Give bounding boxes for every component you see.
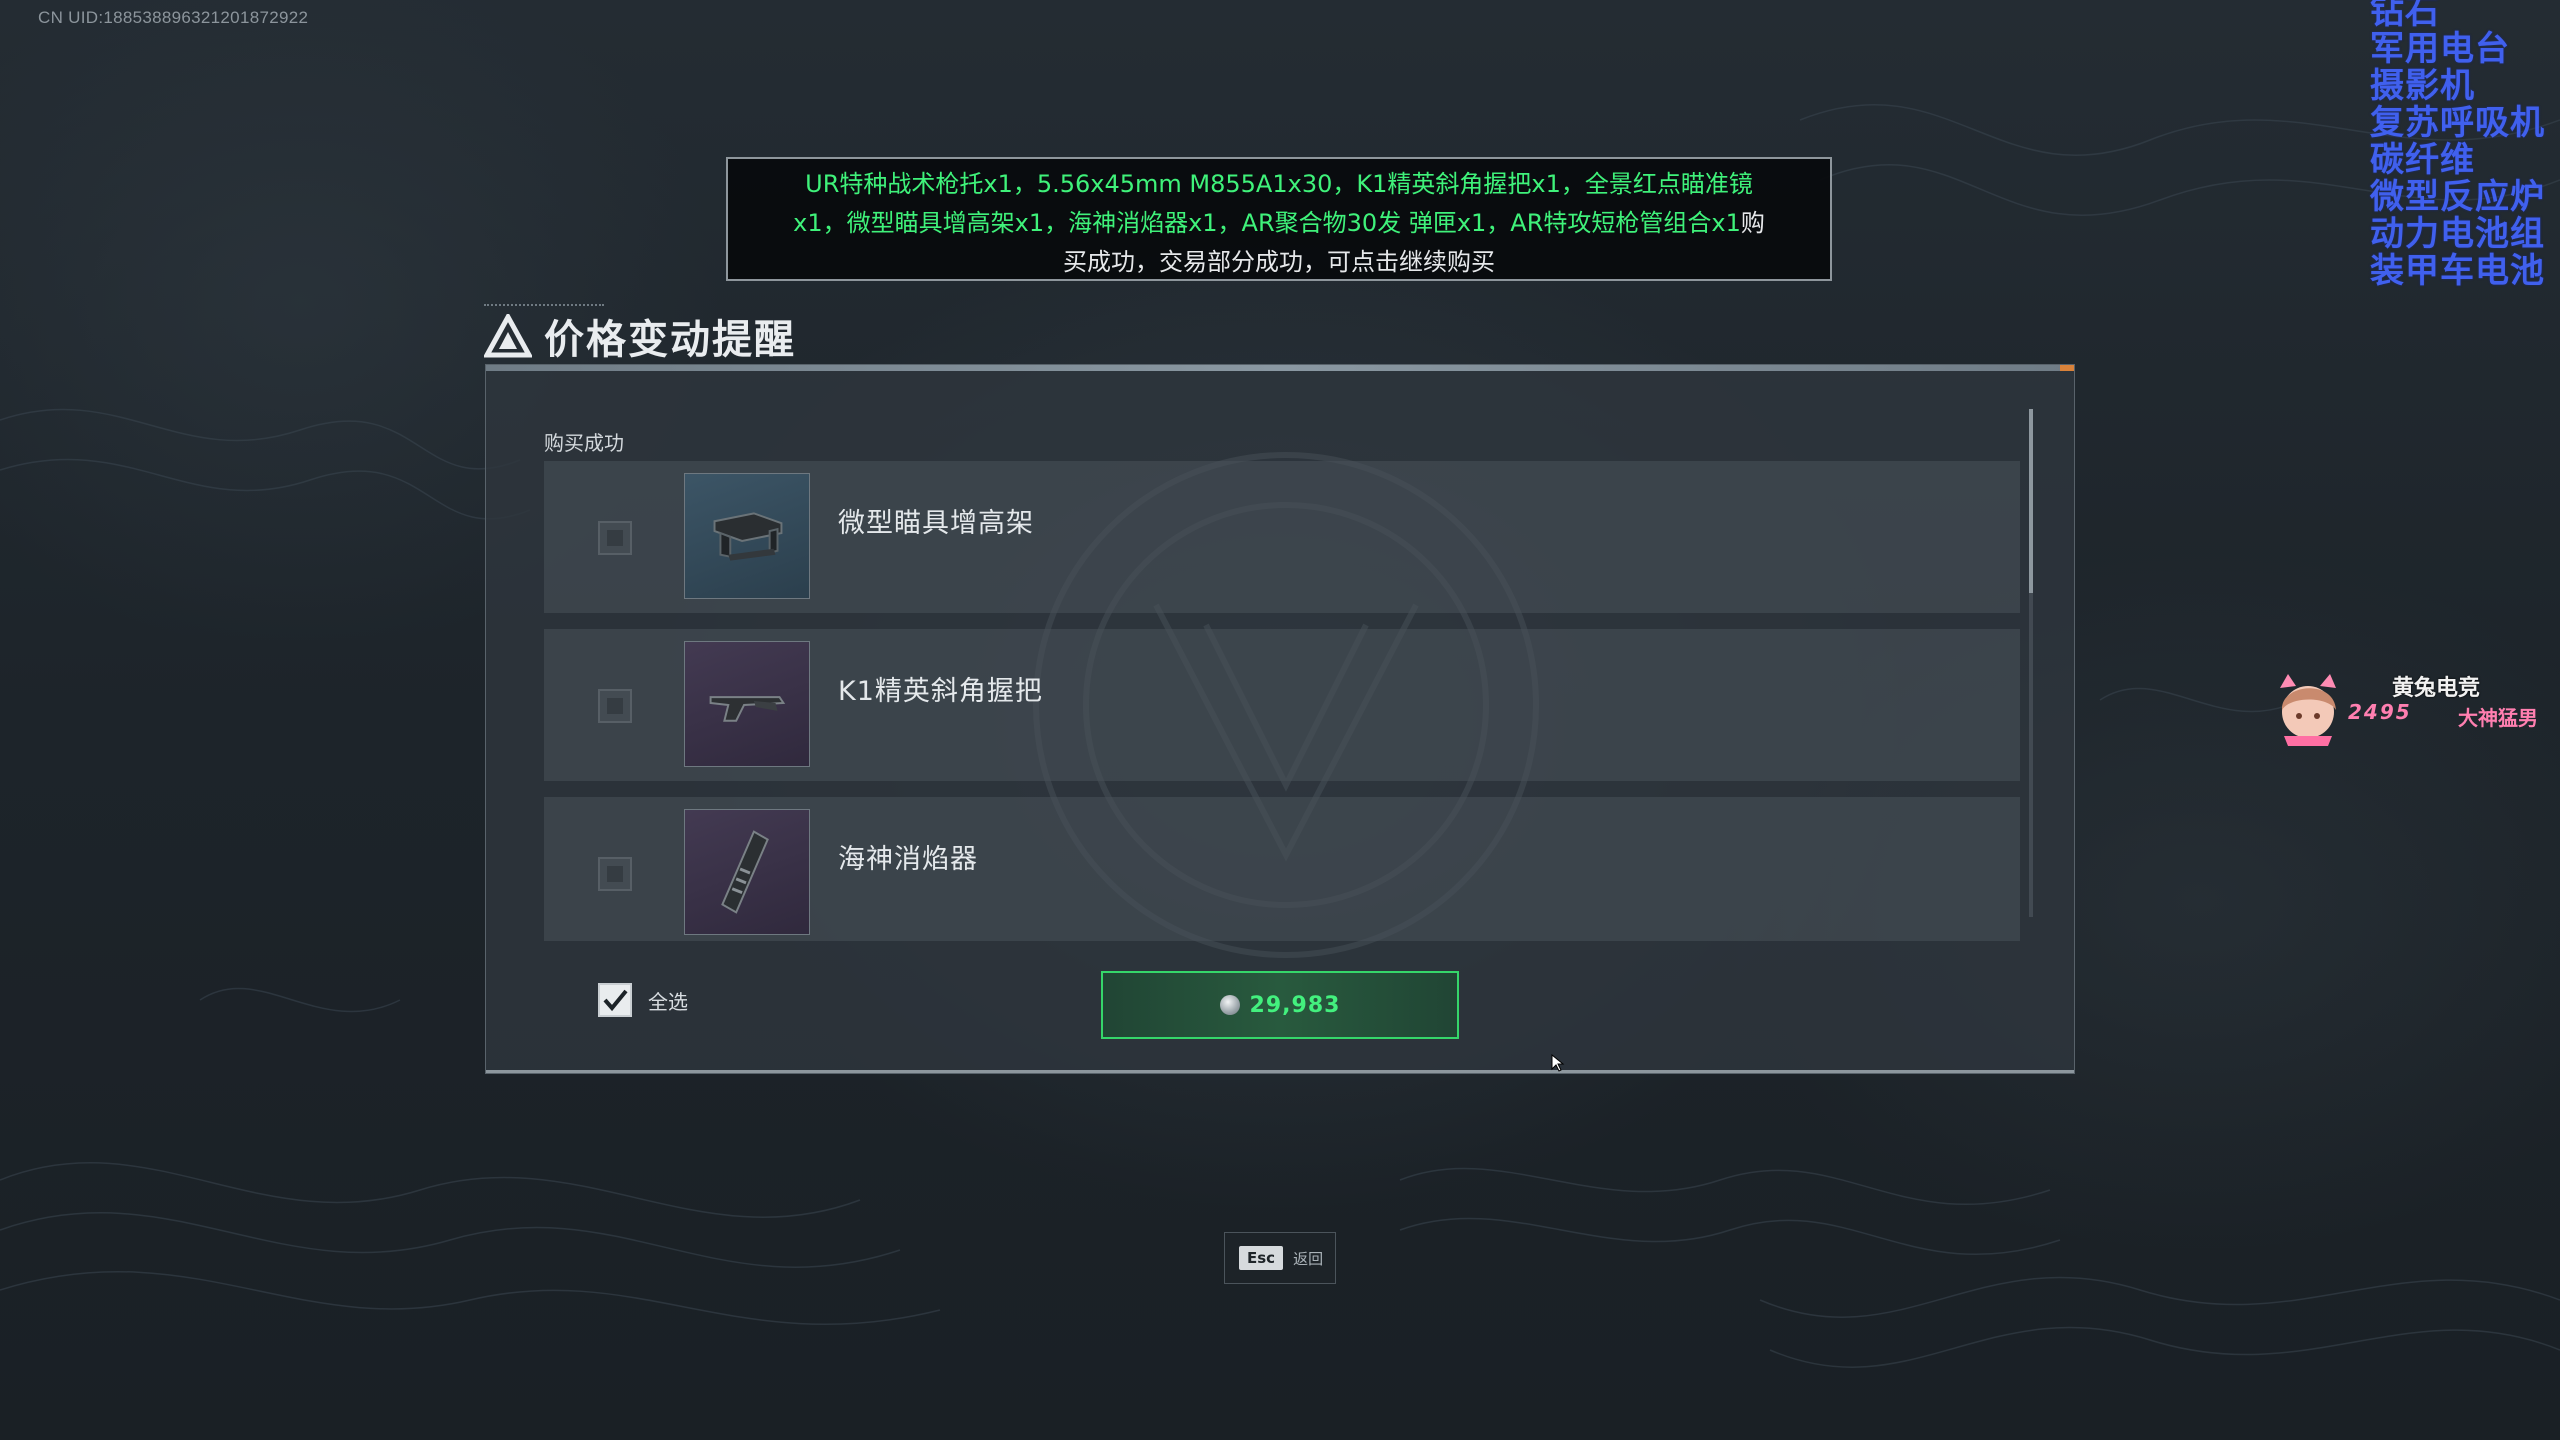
scope-riser-icon bbox=[713, 512, 783, 561]
select-all-checkbox[interactable] bbox=[598, 983, 632, 1017]
item-name: K1精英斜角握把 bbox=[838, 676, 1043, 707]
select-all-label: 全选 bbox=[648, 989, 688, 1014]
toast-line-3: 买成功，交易部分成功，可点击继续购买 bbox=[1063, 248, 1495, 276]
item-thumbnail bbox=[684, 809, 810, 935]
player-uid: CN UID:188538896321201872922 bbox=[38, 8, 309, 27]
warning-triangle-icon bbox=[484, 314, 532, 358]
flash-hider-icon bbox=[721, 830, 769, 914]
list-item[interactable]: 海神消焰器 bbox=[544, 797, 2020, 941]
overlay-item: 碳纤维 bbox=[2370, 140, 2475, 180]
overlay-item: 钻石 bbox=[2370, 0, 2440, 32]
stream-overlay-list: 钻石 军用电台 摄影机 复苏呼吸机 碳纤维 微型反应炉 动力电池组 装甲车电池 bbox=[2370, 0, 2560, 290]
back-button[interactable]: Esc 返回 bbox=[1224, 1232, 1336, 1284]
section-label: 购买成功 bbox=[544, 431, 624, 455]
list-scrollbar[interactable] bbox=[2029, 409, 2033, 917]
scrollbar-thumb[interactable] bbox=[2029, 409, 2033, 593]
overlay-item: 军用电台 bbox=[2370, 29, 2510, 69]
badge-right-text: 大神猛男 bbox=[2458, 706, 2538, 730]
toast-line-2: x1，微型瞄具增高架x1，海神消焰器x1，AR聚合物30发 弹匣x1，AR特攻短… bbox=[793, 209, 1765, 237]
overlay-item: 复苏呼吸机 bbox=[2370, 103, 2545, 143]
streamer-badge: 黄兔电竞 2495 大神猛男 bbox=[2274, 670, 2544, 746]
panel-accent bbox=[2060, 365, 2074, 371]
list-item[interactable]: 微型瞄具增高架 bbox=[544, 461, 2020, 613]
purchase-price: 29,983 bbox=[1249, 992, 1341, 1018]
overlay-item: 摄影机 bbox=[2370, 66, 2475, 106]
esc-key-hint: Esc bbox=[1239, 1246, 1284, 1270]
coin-icon bbox=[1219, 995, 1240, 1015]
dialog-header: 价格变动提醒 bbox=[484, 306, 796, 366]
item-thumbnail bbox=[684, 641, 810, 767]
badge-title: 黄兔电竞 bbox=[2392, 676, 2481, 701]
select-all-control[interactable]: 全选 bbox=[598, 983, 688, 1017]
purchase-result-toast: UR特种战术枪托x1，5.56x45mm M855A1x30，K1精英斜角握把x… bbox=[726, 157, 1832, 281]
overlay-item: 动力电池组 bbox=[2370, 214, 2545, 254]
item-checkbox[interactable] bbox=[598, 521, 632, 555]
item-name: 海神消焰器 bbox=[838, 844, 978, 875]
purchase-button[interactable]: 29,983 bbox=[1101, 971, 1459, 1039]
badge-number: 2495 bbox=[2348, 700, 2412, 724]
mascot-avatar-icon bbox=[2280, 674, 2336, 746]
overlay-item: 装甲车电池 bbox=[2370, 251, 2545, 291]
checkmark-icon bbox=[603, 989, 628, 1012]
dialog-title: 价格变动提醒 bbox=[544, 317, 796, 363]
angled-grip-icon bbox=[709, 696, 786, 722]
price-change-dialog: 购买成功 微型瞄具增高架 K1精英斜角握把 海神消焰器 全选 29,983 bbox=[485, 364, 2075, 1074]
item-name: 微型瞄具增高架 bbox=[838, 508, 1034, 539]
back-label: 返回 bbox=[1293, 1249, 1324, 1268]
overlay-item: 微型反应炉 bbox=[2370, 177, 2545, 217]
mouse-cursor-icon bbox=[1551, 1054, 1565, 1072]
panel-bottom-bar bbox=[486, 1070, 2074, 1073]
item-thumbnail bbox=[684, 473, 810, 599]
list-item[interactable]: K1精英斜角握把 bbox=[544, 629, 2020, 781]
toast-line-1: UR特种战术枪托x1，5.56x45mm M855A1x30，K1精英斜角握把x… bbox=[805, 170, 1753, 198]
game-screen: CN UID:188538896321201872922 UR特种战术枪托x1，… bbox=[0, 0, 2560, 1440]
purchased-items-list[interactable]: 微型瞄具增高架 K1精英斜角握把 海神消焰器 bbox=[544, 461, 2020, 941]
item-checkbox[interactable] bbox=[598, 857, 632, 891]
item-checkbox[interactable] bbox=[598, 689, 632, 723]
panel-top-bar bbox=[486, 365, 2074, 371]
